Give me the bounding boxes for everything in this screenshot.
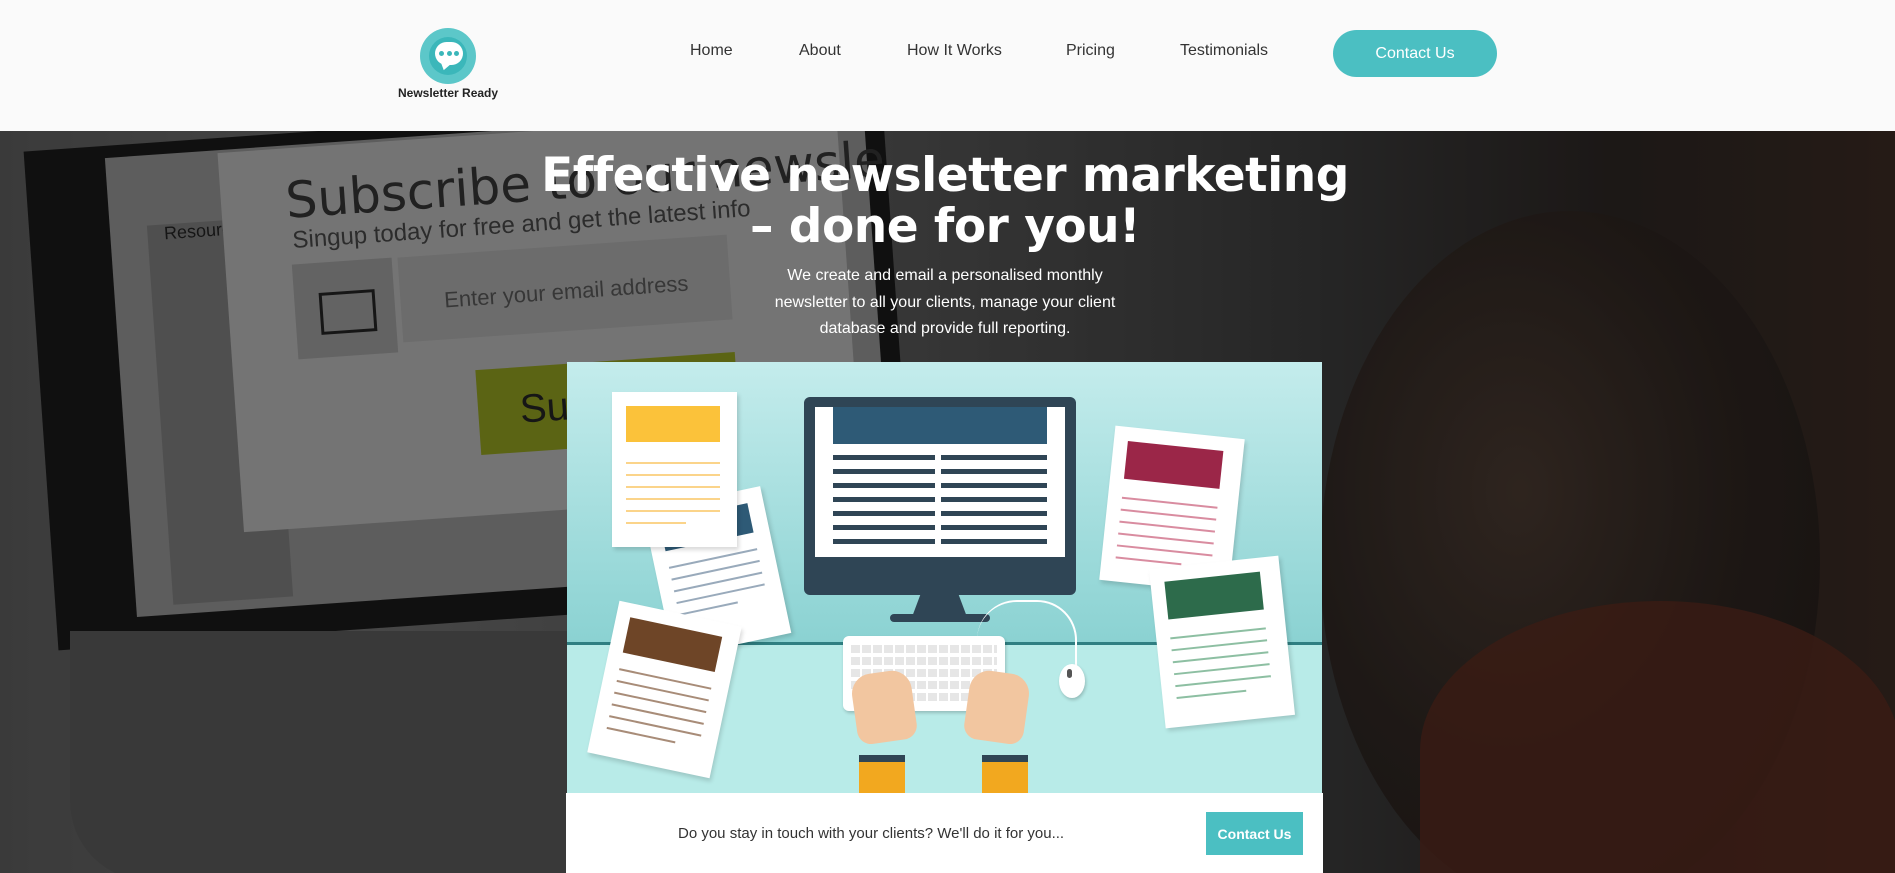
hero-title-line-2: – done for you! — [749, 199, 1141, 254]
brand-logo[interactable]: Newsletter Ready — [398, 28, 498, 100]
nav-about[interactable]: About — [799, 42, 841, 60]
hero-title: Effective newsletter marketing – done fo… — [540, 150, 1350, 252]
monitor-icon — [804, 397, 1076, 595]
newsletter-illustration — [567, 362, 1322, 793]
contact-us-button[interactable]: Contact Us — [1333, 30, 1497, 77]
chat-bubble-icon — [420, 28, 476, 84]
hero-description: We create and email a personalised month… — [774, 267, 1116, 337]
document-icon — [612, 392, 737, 547]
cta-contact-us-button[interactable]: Contact Us — [1206, 812, 1303, 855]
left-hand-icon — [849, 668, 919, 746]
cta-strip: Do you stay in touch with your clients? … — [566, 793, 1323, 873]
nav-how-it-works[interactable]: How It Works — [907, 42, 1002, 60]
hero-title-line-1: Effective newsletter marketing — [541, 148, 1349, 203]
document-icon — [1148, 555, 1296, 729]
mouse-icon — [1059, 664, 1085, 698]
brand-name: Newsletter Ready — [398, 86, 499, 100]
cta-text: Do you stay in touch with your clients? … — [678, 825, 1065, 842]
nav-pricing[interactable]: Pricing — [1066, 42, 1115, 60]
right-hand-icon — [962, 668, 1032, 746]
nav-testimonials[interactable]: Testimonials — [1180, 42, 1268, 60]
nav-home[interactable]: Home — [690, 42, 733, 60]
site-header: Newsletter Ready Home About How It Works… — [0, 0, 1895, 131]
